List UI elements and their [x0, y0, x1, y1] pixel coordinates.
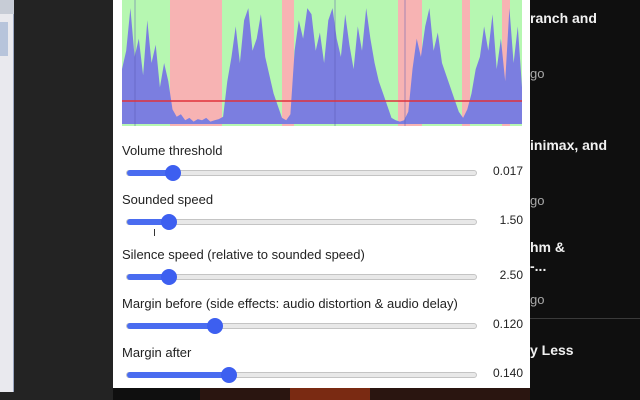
video-meta: go — [530, 193, 545, 208]
video-title[interactable]: inimax, and — [530, 135, 607, 155]
silence-segment — [170, 0, 223, 126]
slider-fill — [127, 372, 229, 378]
volume-threshold-value: 0.017 — [492, 164, 523, 178]
margin-before-slider[interactable] — [126, 318, 477, 334]
margin-after-slider[interactable] — [126, 367, 477, 383]
volume-threshold-label: Volume threshold — [122, 143, 223, 158]
slider-thumb[interactable] — [161, 214, 178, 230]
slider-fill — [127, 323, 215, 329]
extension-popup: Volume threshold 0.017 Sounded speed 1.5… — [113, 0, 530, 388]
sounded-speed-control: Sounded speed 1.50 — [122, 192, 524, 236]
margin-before-label: Margin before (side effects: audio disto… — [122, 296, 458, 311]
margin-after-label: Margin after — [122, 345, 192, 360]
silence-speed-control: Silence speed (relative to sounded speed… — [122, 247, 524, 291]
video-meta: go — [530, 66, 545, 81]
sounded-speed-slider[interactable] — [126, 214, 477, 230]
margin-before-value: 0.120 — [492, 317, 523, 331]
volume-threshold-control: Volume threshold 0.017 — [122, 143, 524, 187]
volume-threshold-slider[interactable] — [126, 165, 477, 181]
video-title[interactable]: hm & — [530, 237, 565, 257]
sounded-speed-value: 1.50 — [499, 213, 523, 227]
margin-after-control: Margin after 0.140 — [122, 345, 524, 389]
slider-thumb[interactable] — [220, 367, 237, 383]
background-window-titlebar — [0, 0, 14, 14]
slider-thumb[interactable] — [161, 269, 178, 285]
background-video-list: ranch and go inimax, and go hm & -... go… — [530, 0, 640, 400]
background-thumbnail — [200, 388, 530, 400]
divider — [530, 318, 640, 319]
margin-before-control: Margin before (side effects: audio disto… — [122, 296, 524, 340]
slider-thumb[interactable] — [164, 165, 181, 181]
mouse-cursor-mark — [154, 229, 155, 236]
slider-thumb[interactable] — [206, 318, 223, 334]
volume-chart-svg — [122, 0, 522, 126]
background-window-highlight — [0, 22, 8, 56]
background-desktop — [0, 0, 113, 400]
margin-after-value: 0.140 — [492, 366, 523, 380]
sounded-speed-label: Sounded speed — [122, 192, 214, 207]
silence-speed-value: 2.50 — [499, 268, 523, 282]
volume-chart — [122, 0, 522, 126]
silence-speed-slider[interactable] — [126, 269, 477, 285]
video-title-line2[interactable]: -... — [530, 256, 546, 276]
video-title[interactable]: y Less — [530, 340, 574, 360]
thumbnail-image — [290, 388, 370, 400]
background-window — [0, 0, 14, 392]
silence-speed-label: Silence speed (relative to sounded speed… — [122, 247, 365, 262]
video-meta: go — [530, 292, 545, 307]
video-title[interactable]: ranch and — [530, 8, 597, 28]
